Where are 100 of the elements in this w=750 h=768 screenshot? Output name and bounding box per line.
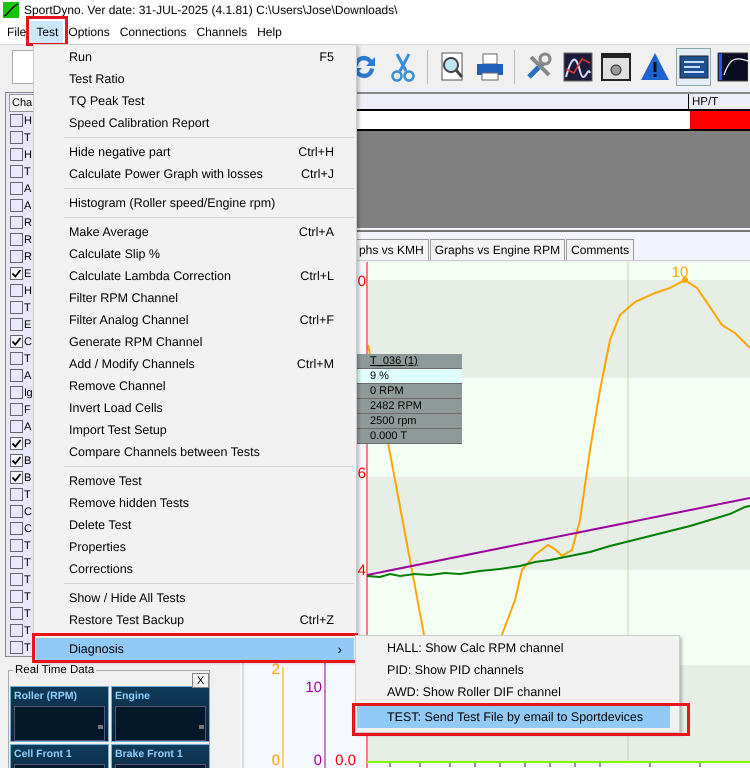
menu-item[interactable]: Test bbox=[31, 21, 64, 43]
tab[interactable]: Graphs vs Engine RPM bbox=[430, 239, 566, 260]
menu-item[interactable]: Filter Analog Channel Ctrl+F bbox=[36, 309, 354, 331]
window-title: SportDyno. Ver date: 31-JUL-2025 (4.1.81) C:\Users\Jose\Downloads\ bbox=[24, 3, 398, 17]
checkbox[interactable] bbox=[10, 182, 23, 195]
axis-label: 0.0 bbox=[335, 752, 356, 768]
menu-item[interactable]: Calculate Lambda Correction Ctrl+L bbox=[36, 265, 354, 287]
menu-item[interactable]: Add / Modify Channels Ctrl+M bbox=[36, 353, 354, 375]
channel-name: T bbox=[24, 488, 30, 500]
menu-item[interactable]: Restore Test Backup Ctrl+Z bbox=[36, 609, 354, 631]
menu-item[interactable]: Show / Hide All Tests bbox=[36, 587, 354, 609]
channel-name: F bbox=[24, 404, 30, 416]
axis-label: 0 bbox=[272, 752, 280, 768]
channel-name: A bbox=[24, 182, 31, 194]
channel-name: R bbox=[24, 234, 32, 246]
checkbox[interactable] bbox=[10, 556, 23, 569]
checkbox[interactable] bbox=[10, 573, 23, 586]
menu-item[interactable]: Compare Channels between Tests bbox=[36, 441, 354, 463]
checkbox[interactable] bbox=[10, 216, 23, 229]
menu-item[interactable]: TEST: Send Test File by email to Sportdevices bbox=[357, 706, 670, 728]
checkbox[interactable] bbox=[10, 301, 23, 314]
list-icon[interactable] bbox=[676, 48, 712, 86]
menu-item[interactable]: File bbox=[2, 21, 32, 43]
gauge-label: Roller (RPM) bbox=[14, 690, 78, 702]
checkbox[interactable] bbox=[10, 318, 23, 331]
channel-name: T bbox=[24, 556, 30, 568]
axis-label: 10 bbox=[305, 679, 322, 696]
channel-name: H bbox=[24, 114, 32, 126]
checkbox[interactable] bbox=[10, 624, 23, 637]
gauge-label: Engine bbox=[115, 690, 152, 702]
menu-item[interactable]: Import Test Setup bbox=[36, 419, 354, 441]
close-button[interactable]: X bbox=[192, 673, 209, 688]
menu-item[interactable]: Invert Load Cells bbox=[36, 397, 354, 419]
checkbox[interactable] bbox=[10, 403, 23, 416]
menu-item[interactable]: Make Average Ctrl+A bbox=[36, 221, 354, 243]
menu-item[interactable]: Remove Test bbox=[36, 470, 354, 492]
channel-name: R bbox=[24, 216, 32, 228]
menu-item[interactable]: Filter RPM Channel bbox=[36, 287, 354, 309]
checkbox[interactable] bbox=[10, 352, 23, 365]
group-title: Real Time Data bbox=[13, 664, 96, 676]
channel-name: H bbox=[24, 148, 32, 160]
channel-name: T bbox=[24, 540, 30, 552]
checkbox[interactable] bbox=[10, 199, 23, 212]
channel-name: T bbox=[24, 352, 30, 364]
checkbox[interactable] bbox=[10, 590, 23, 603]
menu-item[interactable]: TQ Peak Test bbox=[36, 90, 354, 112]
channel-name: T bbox=[24, 574, 30, 586]
checkbox[interactable] bbox=[10, 148, 23, 161]
checkbox[interactable] bbox=[10, 437, 23, 450]
tab[interactable]: Comments bbox=[566, 239, 634, 260]
menu-item[interactable]: Generate RPM Channel bbox=[36, 331, 354, 353]
checkbox[interactable] bbox=[10, 369, 23, 382]
menu-item[interactable]: Remove hidden Tests bbox=[36, 492, 354, 514]
checkbox[interactable] bbox=[10, 284, 23, 297]
checkbox[interactable] bbox=[10, 505, 23, 518]
checkbox[interactable] bbox=[10, 522, 23, 535]
checkbox[interactable] bbox=[10, 114, 23, 127]
column-header: HP/T bbox=[688, 94, 750, 109]
checkbox[interactable] bbox=[10, 471, 23, 484]
checkbox[interactable] bbox=[10, 165, 23, 178]
menu-item[interactable]: Histogram (Roller speed/Engine rpm) bbox=[36, 192, 354, 214]
checkbox[interactable] bbox=[10, 454, 23, 467]
menu-item[interactable]: Connections bbox=[114, 21, 192, 43]
readout-value: 9 % bbox=[357, 369, 462, 384]
menu-item[interactable]: Options bbox=[63, 21, 115, 43]
checkbox[interactable] bbox=[10, 267, 23, 280]
menu-item[interactable]: PID: Show PID channels bbox=[357, 659, 670, 681]
checkbox[interactable] bbox=[10, 386, 23, 399]
menu-item[interactable]: Delete Test bbox=[36, 514, 354, 536]
channel-name: T bbox=[24, 608, 30, 620]
menu-item[interactable]: Properties bbox=[36, 536, 354, 558]
checkbox[interactable] bbox=[10, 131, 23, 144]
checkbox[interactable] bbox=[10, 641, 23, 654]
menu-item[interactable]: Speed Calibration Report bbox=[36, 112, 354, 134]
app-logo-icon bbox=[3, 2, 19, 18]
menu-item[interactable]: Calculate Power Graph with losses Ctrl+J bbox=[36, 163, 354, 185]
menu-item[interactable]: Test Ratio bbox=[36, 68, 354, 90]
menu-item[interactable]: Run F5 bbox=[36, 46, 354, 68]
gauge-label: Cell Front 1 bbox=[14, 748, 73, 760]
menu-item[interactable]: Remove Channel bbox=[36, 375, 354, 397]
checkbox[interactable] bbox=[10, 488, 23, 501]
tab[interactable]: phs vs KMH bbox=[354, 239, 429, 260]
menu-item[interactable]: HALL: Show Calc RPM channel bbox=[357, 637, 670, 659]
menu-item[interactable]: Diagnosis › bbox=[36, 638, 354, 660]
menu-item[interactable]: AWD: Show Roller DIF channel bbox=[357, 681, 670, 703]
checkbox[interactable] bbox=[10, 607, 23, 620]
menu-item[interactable]: Hide negative part Ctrl+H bbox=[36, 141, 354, 163]
checkbox[interactable] bbox=[10, 250, 23, 263]
menu-item[interactable]: Channels bbox=[191, 21, 252, 43]
menu-item[interactable]: Corrections bbox=[36, 558, 354, 580]
menu-item[interactable]: Help bbox=[252, 21, 287, 43]
gauge-label: Brake Front 1 bbox=[115, 748, 184, 760]
checkbox[interactable] bbox=[10, 233, 23, 246]
checkbox[interactable] bbox=[10, 335, 23, 348]
peak-label: 10 bbox=[672, 264, 688, 281]
channel-name: A bbox=[24, 200, 31, 212]
checkbox[interactable] bbox=[10, 539, 23, 552]
menu-item[interactable]: Calculate Slip % bbox=[36, 243, 354, 265]
channel-name: T bbox=[24, 642, 30, 654]
checkbox[interactable] bbox=[10, 420, 23, 433]
